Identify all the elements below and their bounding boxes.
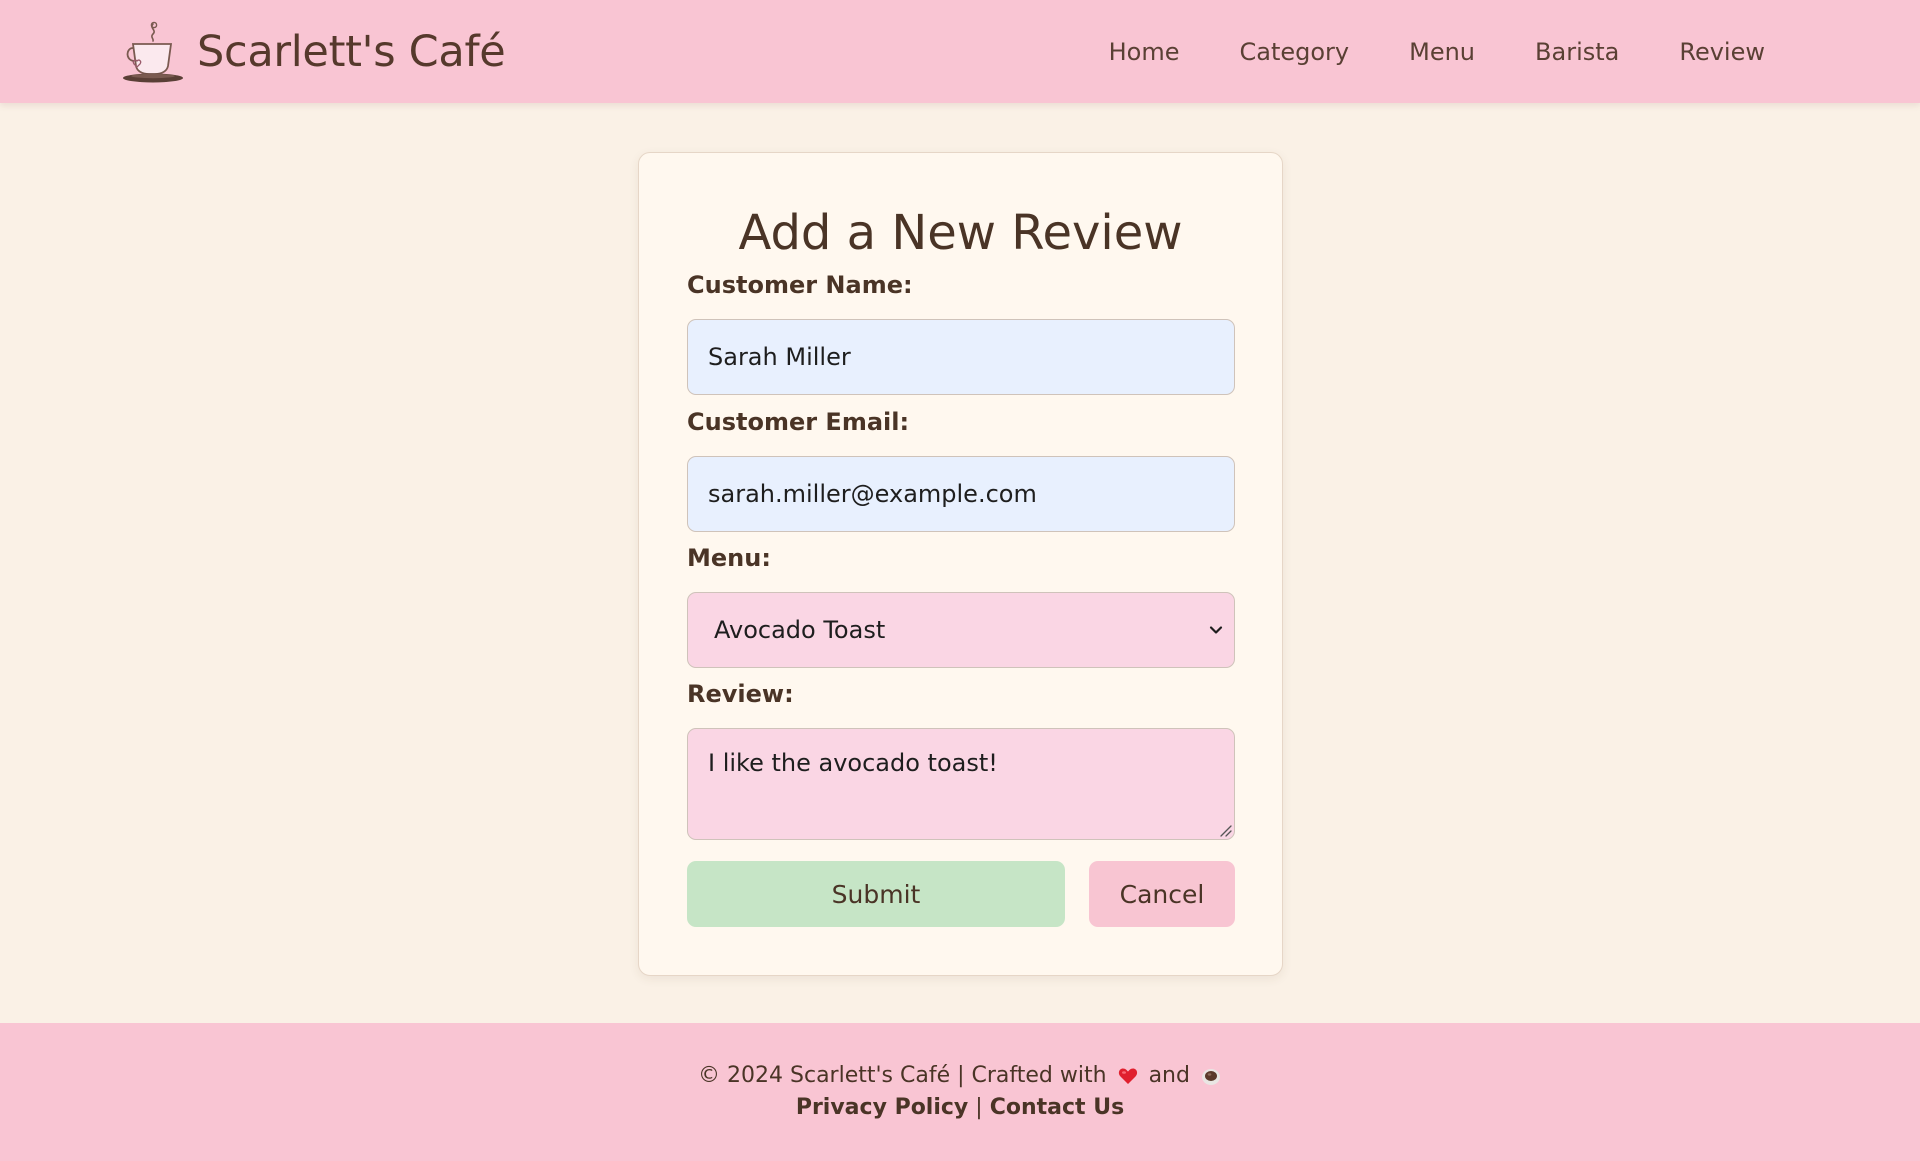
page-title: Add a New Review — [738, 205, 1183, 261]
review-label: Review: — [687, 680, 794, 708]
customer-email-value: sarah.miller@example.com — [708, 480, 1037, 508]
brand-name: Scarlett's Café — [197, 27, 506, 77]
customer-email-input[interactable]: sarah.miller@example.com — [687, 456, 1235, 532]
brand-logo[interactable]: Scarlett's Café — [121, 19, 506, 85]
nav-menu[interactable]: Menu — [1409, 32, 1475, 72]
review-value: I like the avocado toast! — [708, 749, 998, 777]
copyright-text: © 2024 Scarlett's Café | Crafted with — [698, 1063, 1107, 1088]
customer-name-input[interactable]: Sarah Miller — [687, 319, 1235, 395]
menu-select[interactable]: Avocado Toast — [687, 592, 1235, 668]
customer-name-value: Sarah Miller — [708, 343, 851, 371]
submit-button[interactable]: Submit — [687, 861, 1065, 927]
nav-review[interactable]: Review — [1679, 32, 1765, 72]
nav-category[interactable]: Category — [1239, 32, 1349, 72]
nav-home[interactable]: Home — [1109, 32, 1180, 72]
privacy-policy-link[interactable]: Privacy Policy — [796, 1095, 968, 1120]
footer-links: Privacy Policy | Contact Us — [0, 1095, 1920, 1120]
chevron-down-icon — [1209, 626, 1223, 634]
menu-label: Menu: — [687, 544, 771, 572]
coffee-cup-icon — [123, 21, 183, 83]
and-text: and — [1148, 1063, 1190, 1088]
heart-icon — [1118, 1068, 1137, 1084]
main-nav: Home Category Menu Barista Review — [1049, 32, 1765, 72]
coffee-icon — [1201, 1068, 1220, 1085]
review-form-card: Add a New Review Customer Name: Sarah Mi… — [638, 152, 1283, 976]
menu-selected-value: Avocado Toast — [714, 616, 886, 644]
customer-name-label: Customer Name: — [687, 271, 913, 299]
contact-us-link[interactable]: Contact Us — [990, 1095, 1124, 1120]
site-header: Scarlett's Café Home Category Menu Baris… — [0, 0, 1920, 103]
cancel-button[interactable]: Cancel — [1089, 861, 1235, 927]
site-footer: © 2024 Scarlett's Café | Crafted with an… — [0, 1023, 1920, 1161]
footer-link-separator: | — [975, 1095, 983, 1120]
review-textarea[interactable]: I like the avocado toast! — [687, 728, 1235, 840]
footer-copyright: © 2024 Scarlett's Café | Crafted with an… — [0, 1063, 1920, 1088]
customer-email-label: Customer Email: — [687, 408, 910, 436]
nav-barista[interactable]: Barista — [1535, 32, 1619, 72]
resize-handle-icon[interactable] — [1218, 823, 1232, 837]
